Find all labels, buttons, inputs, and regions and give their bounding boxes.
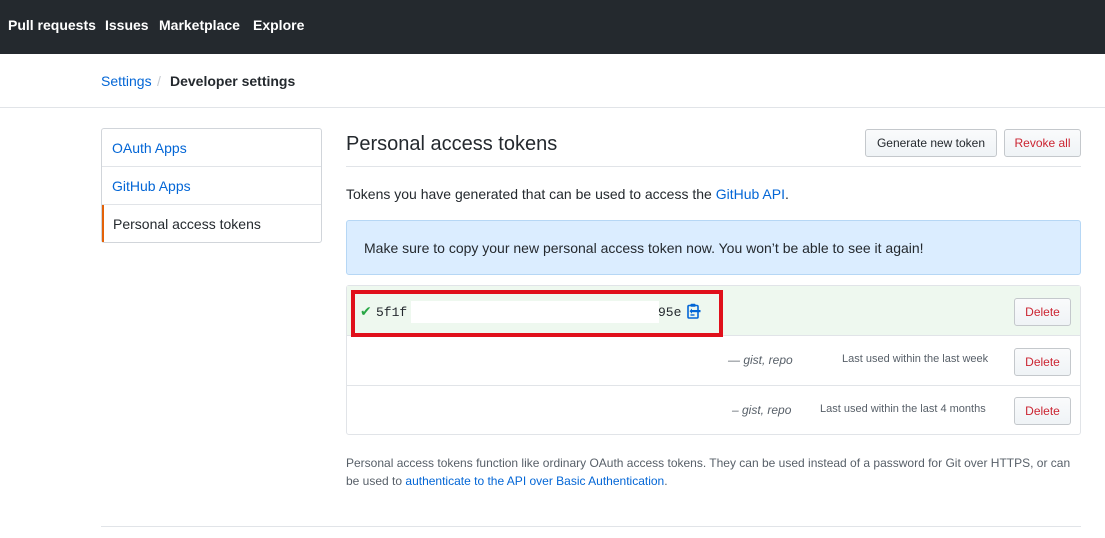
revoke-all-button[interactable]: Revoke all [1004,129,1081,157]
generate-new-token-button[interactable]: Generate new token [865,129,997,157]
token-last-used: Last used within the last week [842,353,989,365]
basic-auth-link[interactable]: authenticate to the API over Basic Authe… [405,474,664,488]
sidebar-item-label: GitHub Apps [112,178,191,194]
sidebar-item-personal-access-tokens[interactable]: Personal access tokens [102,205,321,242]
token-value-end: 95e [658,305,682,320]
delete-token-button[interactable]: Delete [1014,348,1071,376]
breadcrumb: Settings / Developer settings [0,54,1105,108]
nav-explore[interactable]: Explore [253,17,304,33]
sidebar-item-label: Personal access tokens [113,216,261,232]
token-scopes: — gist, repo [728,353,793,367]
github-api-link[interactable]: GitHub API [716,186,785,202]
nav-pull-requests[interactable]: Pull requests [8,17,96,33]
token-row: – gist, repo Last used within the last 4… [347,386,1080,434]
settings-sidebar: OAuth Apps GitHub Apps Personal access t… [101,128,322,243]
token-scopes: – gist, repo [732,403,792,417]
flash-message: Make sure to copy your new personal acce… [364,240,924,256]
top-navigation: Pull requests Issues Marketplace Explore [0,0,1105,54]
bottom-divider [101,526,1081,527]
flash-notice: Make sure to copy your new personal acce… [346,220,1081,275]
token-list: ✔ 5f1f 95e Delete — gist, repo Last used… [346,285,1081,435]
delete-token-button[interactable]: Delete [1014,298,1071,326]
footer-note: Personal access tokens function like ord… [346,454,1086,490]
nav-issues[interactable]: Issues [105,17,149,33]
subhead-divider [346,166,1081,167]
token-row: — gist, repo Last used within the last w… [347,336,1080,386]
footer-note-end: . [664,474,668,488]
sidebar-item-oauth-apps[interactable]: OAuth Apps [102,129,321,167]
check-icon: ✔ [360,303,372,319]
intro-text-end: . [784,186,789,202]
intro-text: Tokens you have generated that can be us… [346,186,789,202]
new-token-row: ✔ 5f1f 95e Delete [347,286,1080,337]
sidebar-item-label: OAuth Apps [112,140,187,156]
page-title: Personal access tokens [346,133,558,155]
token-redaction [411,301,659,323]
breadcrumb-separator: / [157,73,161,89]
clipboard-icon[interactable] [687,303,701,319]
nav-marketplace[interactable]: Marketplace [159,17,240,33]
sidebar-item-github-apps[interactable]: GitHub Apps [102,167,321,205]
breadcrumb-settings-link[interactable]: Settings [101,73,152,89]
token-value-start: 5f1f [376,305,408,320]
token-last-used: Last used within the last 4 months [820,403,986,415]
token-highlight-box: ✔ 5f1f 95e [351,290,723,337]
delete-token-button[interactable]: Delete [1014,397,1071,425]
breadcrumb-current: Developer settings [170,73,296,89]
intro-text-body: Tokens you have generated that can be us… [346,186,716,202]
